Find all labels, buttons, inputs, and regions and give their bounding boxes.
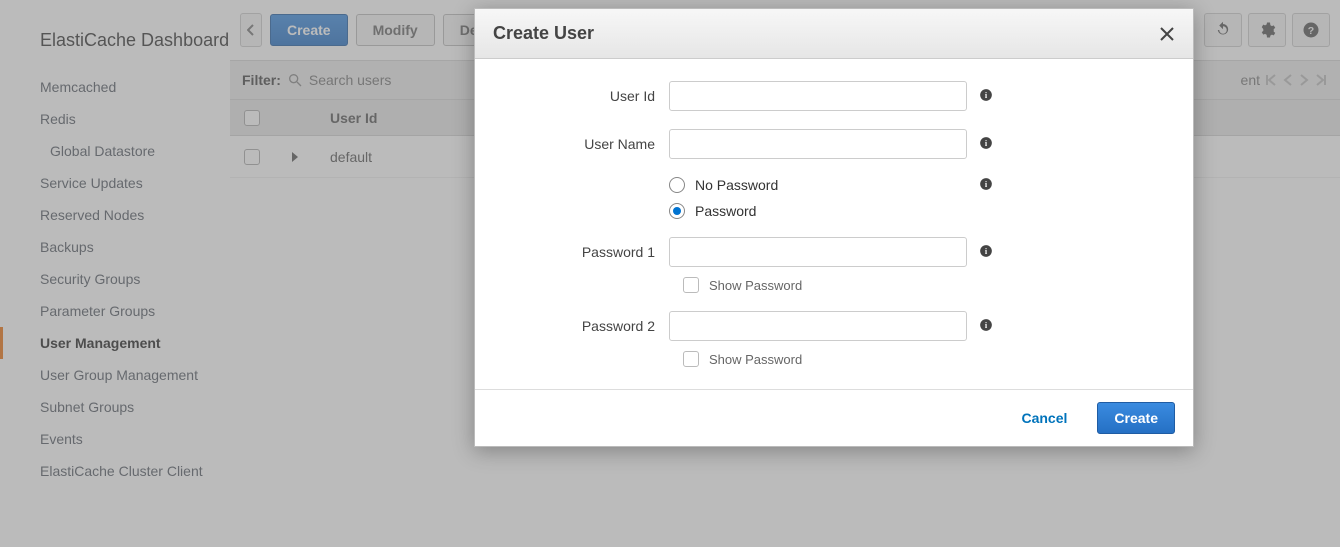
user-id-input[interactable] (669, 81, 967, 111)
modal-footer: Cancel Create (475, 389, 1193, 446)
show-password2-checkbox[interactable] (683, 351, 699, 367)
modal-body: User Id i User Name i No Password (475, 59, 1193, 389)
user-name-label: User Name (509, 136, 669, 152)
create-user-modal: Create User User Id i User Name i (474, 8, 1194, 447)
show-password2-label: Show Password (709, 352, 802, 367)
password2-label: Password 2 (509, 318, 669, 334)
info-icon[interactable]: i (979, 136, 995, 152)
password-radio[interactable] (669, 203, 685, 219)
no-password-radio[interactable] (669, 177, 685, 193)
password2-input[interactable] (669, 311, 967, 341)
password1-label: Password 1 (509, 244, 669, 260)
cancel-button[interactable]: Cancel (1005, 403, 1083, 433)
no-password-label: No Password (695, 177, 778, 193)
info-icon[interactable]: i (979, 244, 995, 260)
close-icon (1159, 26, 1175, 42)
show-password1-label: Show Password (709, 278, 802, 293)
modal-header: Create User (475, 9, 1193, 59)
info-icon[interactable]: i (979, 318, 995, 334)
password-label: Password (695, 203, 756, 219)
modal-close-button[interactable] (1159, 26, 1175, 42)
modal-title: Create User (493, 23, 594, 44)
user-name-input[interactable] (669, 129, 967, 159)
password1-input[interactable] (669, 237, 967, 267)
show-password1-checkbox[interactable] (683, 277, 699, 293)
user-id-label: User Id (509, 88, 669, 104)
info-icon[interactable]: i (979, 88, 995, 104)
modal-create-button[interactable]: Create (1097, 402, 1175, 434)
info-icon[interactable]: i (979, 177, 995, 193)
